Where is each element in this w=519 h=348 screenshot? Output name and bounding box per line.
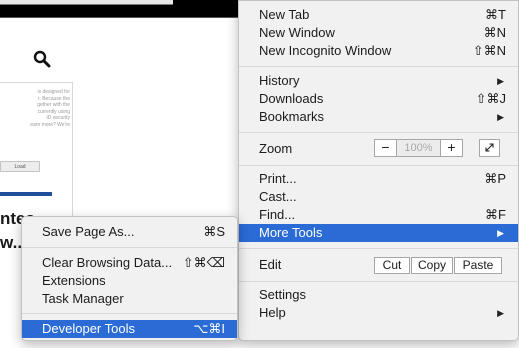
menu-item-label: Extensions — [42, 273, 106, 288]
paste-button[interactable]: Paste — [454, 257, 502, 274]
submenu-arrow-icon: ▶ — [497, 112, 504, 122]
menu-item-label: New Tab — [259, 7, 310, 22]
menu-item-new-tab[interactable]: New Tab ⌘T — [239, 6, 518, 24]
fullscreen-icon — [485, 143, 494, 152]
page-accent-bar — [0, 192, 52, 196]
menu-item-shortcut: ⌘F — [485, 207, 506, 222]
chrome-main-menu: New Tab ⌘T New Window ⌘N New Incognito W… — [238, 0, 519, 341]
address-bar-edge[interactable] — [0, 0, 173, 5]
menu-separator — [239, 66, 518, 67]
menu-item-label: Print... — [259, 171, 297, 186]
menu-item-new-window[interactable]: New Window ⌘N — [239, 24, 518, 42]
menu-separator — [239, 165, 518, 166]
menu-item-label: Help — [259, 305, 286, 320]
menu-item-downloads[interactable]: Downloads ⇧⌘J — [239, 90, 518, 108]
submenu-arrow-icon: ▶ — [497, 76, 504, 86]
zoom-level: 100% — [396, 139, 441, 157]
body-text-line: earn more? We're — [30, 121, 70, 128]
menu-item-label: Zoom — [259, 141, 293, 156]
menu-item-cast[interactable]: Cast... — [239, 188, 518, 206]
menu-separator — [239, 132, 518, 133]
menu-item-label: Cast... — [259, 189, 297, 204]
menu-separator — [239, 248, 518, 249]
page-column-border — [72, 82, 73, 232]
page-divider — [0, 82, 72, 83]
menu-item-label: Task Manager — [42, 291, 124, 306]
submenu-arrow-icon: ▶ — [497, 228, 504, 238]
menu-item-label: Find... — [259, 207, 296, 222]
menu-item-shortcut: ⇧⌘⌫ — [182, 255, 225, 270]
menu-item-clear-browsing-data[interactable]: Clear Browsing Data... ⇧⌘⌫ — [22, 254, 237, 272]
menu-item-shortcut: ⌘N — [483, 25, 506, 40]
menu-separator — [239, 281, 518, 282]
menu-item-help[interactable]: Help ▶ — [239, 304, 518, 322]
menu-item-shortcut: ⌘S — [203, 224, 225, 239]
menu-item-task-manager[interactable]: Task Manager — [22, 290, 237, 308]
menu-item-label: Edit — [259, 257, 282, 272]
search-icon[interactable] — [33, 50, 51, 68]
menu-item-shortcut: ⌘T — [485, 7, 506, 22]
menu-item-label: Bookmarks — [259, 109, 325, 124]
menu-item-print[interactable]: Print... ⌘P — [239, 170, 518, 188]
fullscreen-button[interactable] — [479, 139, 500, 157]
menu-item-label: Downloads — [259, 91, 324, 106]
menu-item-shortcut: ⌥⌘I — [193, 321, 225, 336]
menu-item-developer-tools[interactable]: Developer Tools ⌥⌘I — [22, 320, 237, 338]
copy-button[interactable]: Copy — [411, 257, 453, 274]
menu-item-label: Clear Browsing Data... — [42, 255, 173, 270]
menu-item-settings[interactable]: Settings — [239, 286, 518, 304]
page-body-text: is designed for r. Because the gether wi… — [0, 89, 70, 128]
menu-item-label: Developer Tools — [42, 321, 135, 336]
menu-separator — [22, 313, 237, 314]
menu-item-save-page-as[interactable]: Save Page As... ⌘S — [22, 223, 237, 241]
zoom-in-button[interactable]: + — [440, 139, 463, 157]
menu-item-more-tools[interactable]: More Tools ▶ — [239, 224, 518, 242]
menu-item-label: History — [259, 73, 300, 88]
menu-item-shortcut: ⇧⌘N — [472, 43, 506, 58]
menu-item-label: New Window — [259, 25, 335, 40]
menu-item-shortcut: ⇧⌘J — [475, 91, 506, 106]
submenu-arrow-icon: ▶ — [497, 308, 504, 318]
menu-item-bookmarks[interactable]: Bookmarks ▶ — [239, 108, 518, 126]
menu-item-label: More Tools — [259, 225, 323, 240]
cut-button[interactable]: Cut — [374, 257, 410, 274]
zoom-out-button[interactable]: − — [374, 139, 397, 157]
menu-item-shortcut: ⌘P — [484, 171, 506, 186]
menu-item-extensions[interactable]: Extensions — [22, 272, 237, 290]
menu-item-label: New Incognito Window — [259, 43, 392, 58]
menu-separator — [22, 247, 237, 248]
page-load-button[interactable]: Load — [0, 161, 40, 172]
menu-item-new-incognito-window[interactable]: New Incognito Window ⇧⌘N — [239, 42, 518, 60]
menu-item-history[interactable]: History ▶ — [239, 72, 518, 90]
menu-item-find[interactable]: Find... ⌘F — [239, 206, 518, 224]
menu-item-label: Settings — [259, 287, 306, 302]
more-tools-submenu: Save Page As... ⌘S Clear Browsing Data..… — [21, 216, 238, 341]
menu-item-label: Save Page As... — [42, 224, 135, 239]
